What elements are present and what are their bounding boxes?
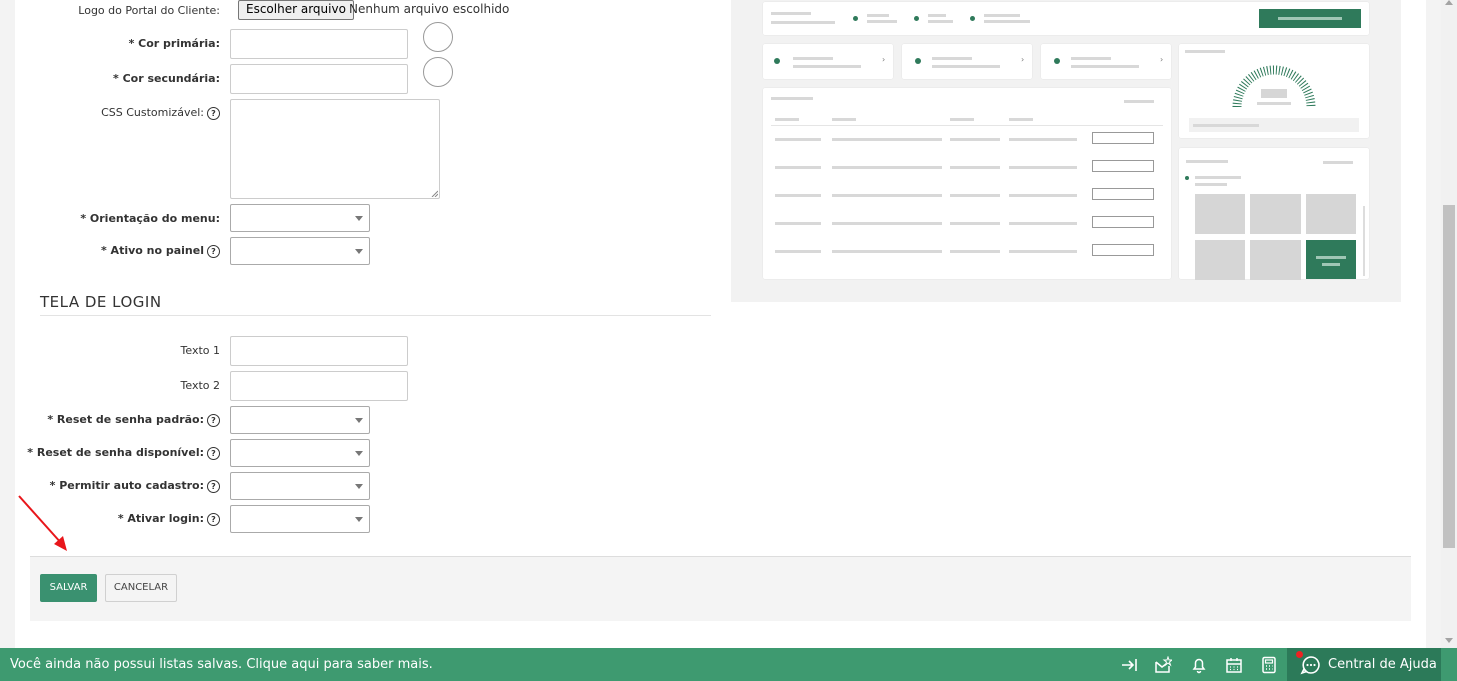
form-actions-bar bbox=[30, 556, 1411, 621]
secondary-color-label: * Cor secundária: bbox=[113, 72, 220, 85]
reset-available-label-row: * Reset de senha disponível:? bbox=[15, 446, 220, 460]
text1-input[interactable] bbox=[230, 336, 408, 366]
text2-input[interactable] bbox=[230, 371, 408, 401]
help-icon[interactable]: ? bbox=[207, 244, 220, 258]
preview-stat-card: › bbox=[902, 44, 1032, 79]
activate-login-label: * Ativar login: bbox=[117, 512, 204, 525]
primary-color-label: * Cor primária: bbox=[128, 37, 220, 50]
help-icon[interactable]: ? bbox=[207, 512, 220, 526]
chevron-down-icon bbox=[355, 517, 363, 522]
menu-orientation-select[interactable] bbox=[230, 204, 370, 232]
preview-header bbox=[763, 2, 1369, 35]
left-gutter bbox=[0, 0, 15, 648]
saved-lists-message[interactable]: Você ainda não possui listas salvas. Cli… bbox=[10, 657, 433, 672]
calendar-icon[interactable] bbox=[1225, 656, 1243, 674]
choose-file-button[interactable]: Escolher arquivo bbox=[238, 0, 354, 20]
activate-login-select[interactable] bbox=[230, 505, 370, 533]
css-label: CSS Customizável: bbox=[101, 106, 204, 119]
reset-available-select[interactable] bbox=[230, 439, 370, 467]
chevron-down-icon bbox=[355, 418, 363, 423]
css-textarea[interactable] bbox=[230, 99, 440, 199]
active-panel-select[interactable] bbox=[230, 237, 370, 265]
css-label-row: CSS Customizável:? bbox=[15, 106, 220, 120]
auto-register-select[interactable] bbox=[230, 472, 370, 500]
primary-color-input[interactable] bbox=[230, 29, 408, 59]
theme-preview-image: › › › bbox=[731, 0, 1401, 302]
reset-available-label: * Reset de senha disponível: bbox=[27, 446, 204, 459]
help-center-label: Central de Ajuda bbox=[1328, 657, 1437, 672]
help-icon[interactable]: ? bbox=[207, 413, 220, 427]
file-status: Nenhum arquivo escolhido bbox=[349, 2, 510, 16]
logo-label: Logo do Portal do Cliente: bbox=[78, 4, 220, 17]
chat-icon bbox=[1300, 656, 1320, 675]
text1-label: Texto 1 bbox=[180, 344, 220, 357]
scrollbar[interactable] bbox=[1441, 0, 1457, 648]
reset-default-label-row: * Reset de senha padrão:? bbox=[15, 413, 220, 427]
help-icon[interactable]: ? bbox=[207, 446, 220, 460]
reset-default-select[interactable] bbox=[230, 406, 370, 434]
primary-color-swatch[interactable] bbox=[423, 22, 453, 52]
preview-gauge-card bbox=[1179, 44, 1369, 138]
mail-star-icon[interactable] bbox=[1154, 656, 1172, 674]
scroll-up-arrow-icon[interactable] bbox=[1445, 0, 1453, 5]
chevron-down-icon bbox=[355, 249, 363, 254]
preview-stat-card: › bbox=[1041, 44, 1171, 79]
resize-handle-icon[interactable] bbox=[431, 190, 438, 197]
reset-default-label: * Reset de senha padrão: bbox=[47, 413, 204, 426]
secondary-color-swatch[interactable] bbox=[423, 57, 453, 87]
preview-stat-card: › bbox=[763, 44, 893, 79]
help-icon[interactable]: ? bbox=[207, 106, 220, 120]
menu-orientation-label: * Orientação do menu: bbox=[80, 212, 220, 225]
right-gutter bbox=[1426, 0, 1441, 648]
chevron-down-icon bbox=[355, 484, 363, 489]
scroll-down-arrow-icon[interactable] bbox=[1445, 638, 1453, 643]
calculator-icon[interactable] bbox=[1260, 656, 1278, 674]
preview-grid-card bbox=[1179, 148, 1369, 280]
bell-icon[interactable] bbox=[1190, 656, 1208, 674]
text2-label: Texto 2 bbox=[180, 379, 220, 392]
chevron-down-icon bbox=[355, 451, 363, 456]
help-center-button[interactable]: Central de Ajuda bbox=[1287, 648, 1441, 681]
help-icon[interactable]: ? bbox=[207, 479, 220, 493]
secondary-color-input[interactable] bbox=[230, 64, 408, 94]
active-panel-label-row: * Ativo no painel? bbox=[15, 244, 220, 258]
cancel-button[interactable]: CANCELAR bbox=[105, 574, 177, 602]
scroll-thumb[interactable] bbox=[1443, 205, 1455, 548]
bottom-status-bar: Você ainda não possui listas salvas. Cli… bbox=[0, 648, 1457, 681]
section-divider bbox=[40, 315, 711, 316]
chevron-down-icon bbox=[355, 216, 363, 221]
auto-register-label: * Permitir auto cadastro: bbox=[49, 479, 204, 492]
save-button[interactable]: SALVAR bbox=[40, 574, 97, 602]
auto-register-label-row: * Permitir auto cadastro:? bbox=[15, 479, 220, 493]
preview-table-card bbox=[763, 88, 1171, 279]
login-section-title: TELA DE LOGIN bbox=[40, 293, 162, 311]
active-panel-label: * Ativo no painel bbox=[100, 244, 204, 257]
annotation-arrow-icon bbox=[18, 495, 67, 551]
collapse-arrow-icon[interactable] bbox=[1120, 656, 1138, 674]
